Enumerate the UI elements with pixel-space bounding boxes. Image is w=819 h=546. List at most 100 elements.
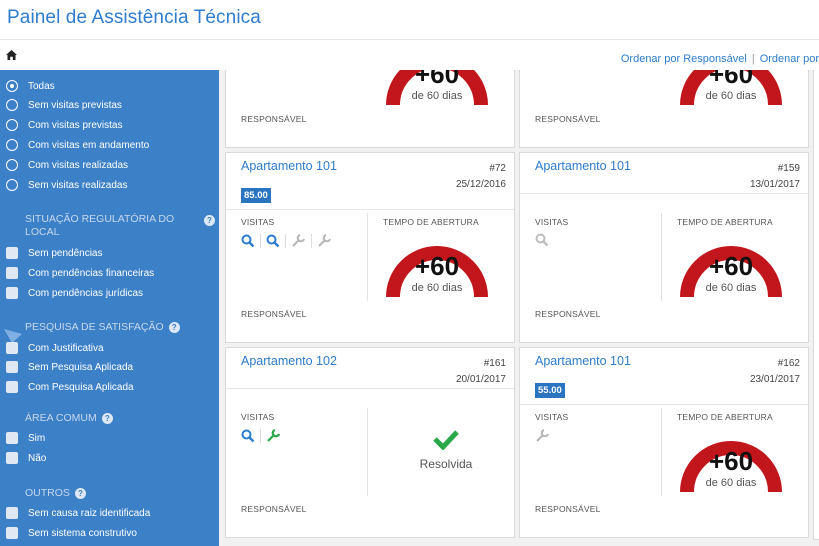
checkbox[interactable] — [6, 507, 18, 519]
ticket-date: 20/01/2017 — [455, 374, 506, 385]
filter-status-em-andamento[interactable]: Com visitas em andamento — [6, 137, 149, 153]
opening-time-gauge: +60 de 60 dias — [675, 70, 787, 111]
card-title-link[interactable]: Apartamento 101 — [241, 159, 337, 173]
filter-label: Sem visitas realizadas — [28, 179, 128, 191]
visits-label: VISITAS — [535, 412, 569, 422]
resolved-status: Resolvida — [376, 428, 516, 471]
help-icon[interactable]: ? — [74, 487, 86, 499]
cards-grid: +60 de 60 dias RESPONSÁVEL +60 de 60 dia… — [219, 70, 819, 546]
checkbox[interactable] — [6, 527, 18, 539]
visits-label: VISITAS — [241, 217, 275, 227]
responsible-label: RESPONSÁVEL — [535, 114, 601, 124]
search-icon[interactable] — [266, 234, 280, 248]
search-icon[interactable] — [241, 234, 255, 248]
responsible-label: RESPONSÁVEL — [241, 504, 307, 514]
resolved-label: Resolvida — [419, 457, 473, 471]
search-icon[interactable] — [241, 429, 255, 443]
wrench-icon[interactable] — [317, 233, 332, 248]
filter-com-pesquisa[interactable]: Com Pesquisa Aplicada — [6, 379, 134, 395]
filter-label: Sem Pesquisa Aplicada — [28, 361, 134, 373]
gauge-value: +60 — [708, 70, 754, 89]
ticket-number: #159 — [777, 163, 800, 174]
help-icon[interactable]: ? — [101, 412, 113, 424]
filter-label: Todas — [28, 80, 55, 92]
ticket-card[interactable]: +60 de 60 dias RESPONSÁVEL — [225, 70, 515, 148]
home-icon[interactable] — [6, 50, 17, 60]
wrench-icon[interactable] — [535, 428, 550, 443]
visit-icons — [535, 233, 554, 247]
filter-label: Com visitas em andamento — [28, 139, 150, 151]
radio[interactable] — [6, 99, 18, 111]
filter-area-sim[interactable]: Sim — [6, 430, 45, 446]
wrench-icon[interactable] — [291, 233, 306, 248]
filter-status-todas[interactable]: Todas — [6, 78, 55, 94]
checkbox[interactable] — [6, 342, 18, 354]
divider — [520, 404, 808, 405]
radio[interactable] — [6, 179, 18, 191]
filter-label: Com visitas previstas — [28, 119, 123, 131]
divider — [661, 408, 662, 496]
filter-status-realizadas[interactable]: Com visitas realizadas — [6, 157, 128, 173]
regulatory-section-heading: Situação regulatória do local ? — [25, 213, 215, 240]
card-title-link[interactable]: Apartamento 101 — [535, 159, 631, 173]
card-title-link[interactable]: Apartamento 101 — [535, 354, 631, 368]
filter-status-com-visitas-previstas[interactable]: Com visitas previstas — [6, 117, 122, 133]
page-title: Painel de Assistência Técnica — [7, 7, 261, 28]
opening-time-label: TEMPO DE ABERTURA — [677, 412, 773, 422]
checkbox[interactable] — [6, 361, 18, 373]
radio[interactable] — [6, 119, 18, 131]
checkbox[interactable] — [6, 432, 18, 444]
checkbox[interactable] — [6, 452, 18, 464]
gauge-value: +60 — [708, 446, 754, 476]
gauge-subtitle: de 60 dias — [705, 90, 757, 102]
gauge-subtitle: de 60 dias — [411, 282, 463, 294]
filter-label: Sem causa raiz identificada — [28, 507, 151, 519]
divider — [661, 213, 662, 301]
help-icon[interactable]: ? — [204, 215, 215, 226]
filter-sem-causa-raiz[interactable]: Sem causa raiz identificada — [6, 505, 150, 521]
sort-links: Ordenar por Responsável | Ordenar por — [620, 53, 819, 65]
visits-label: VISITAS — [535, 217, 569, 227]
checkbox[interactable] — [6, 247, 18, 259]
radio[interactable] — [6, 159, 18, 171]
radio-selected[interactable] — [6, 80, 18, 92]
sort-by-link[interactable]: Ordenar por — [760, 53, 819, 65]
card-title-link[interactable]: Apartamento 102 — [241, 354, 337, 368]
search-icon[interactable] — [535, 233, 549, 247]
filter-sem-pendencias[interactable]: Sem pendências — [6, 245, 103, 261]
checkbox[interactable] — [6, 381, 18, 393]
wrench-icon[interactable] — [266, 428, 281, 443]
sort-by-responsible-link[interactable]: Ordenar por Responsável — [621, 53, 747, 65]
divider — [367, 213, 368, 301]
opening-time-gauge: +60 de 60 dias — [675, 430, 787, 498]
toolbar: Ordenar por Responsável | Ordenar por — [0, 40, 819, 70]
gauge-subtitle: de 60 dias — [705, 477, 757, 489]
filter-sem-sistema-construtivo[interactable]: Sem sistema construtivo — [6, 525, 137, 541]
divider — [226, 209, 514, 210]
filter-pendencias-juridicas[interactable]: Com pendências jurídicas — [6, 285, 143, 301]
filter-label: Com pendências financeiras — [28, 267, 155, 279]
others-section-heading: Outros? — [25, 487, 86, 500]
ticket-number: #162 — [777, 358, 800, 369]
divider — [367, 408, 368, 496]
filter-label: Com Justificativa — [28, 342, 104, 354]
filter-area-nao[interactable]: Não — [6, 450, 46, 466]
radio[interactable] — [6, 139, 18, 151]
ticket-card[interactable]: Apartamento 101 #162 23/01/2017 55.00 VI… — [519, 347, 809, 538]
ticket-number: #72 — [489, 163, 506, 174]
filter-sidebar: Todas Sem visitas previstas Com visitas … — [0, 70, 219, 546]
ticket-card[interactable]: Apartamento 102 #161 20/01/2017 VISITAS … — [225, 347, 515, 538]
opening-time-gauge: +60 de 60 dias — [381, 235, 493, 303]
filter-label: Com Pesquisa Aplicada — [28, 381, 134, 393]
checkbox[interactable] — [6, 287, 18, 299]
help-icon[interactable]: ? — [168, 321, 180, 333]
ticket-card[interactable]: Apartamento 101 #72 25/12/2016 85.00 VIS… — [225, 152, 515, 343]
checkbox[interactable] — [6, 267, 18, 279]
ticket-card[interactable]: Apartamento 101 #159 13/01/2017 VISITAS … — [519, 152, 809, 343]
filter-sem-pesquisa[interactable]: Sem Pesquisa Aplicada — [6, 359, 133, 375]
filter-com-justificativa[interactable]: Com Justificativa — [6, 340, 104, 356]
filter-pendencias-financeiras[interactable]: Com pendências financeiras — [6, 265, 154, 281]
ticket-card[interactable]: +60 de 60 dias RESPONSÁVEL — [519, 70, 809, 148]
filter-status-sem-realizadas[interactable]: Sem visitas realizadas — [6, 177, 127, 193]
filter-status-sem-visitas-previstas[interactable]: Sem visitas previstas — [6, 97, 122, 113]
